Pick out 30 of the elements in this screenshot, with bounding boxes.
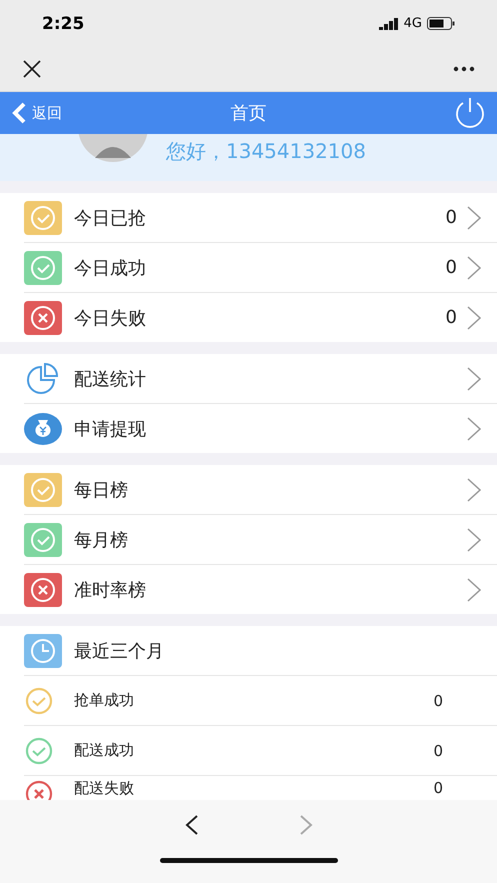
chevron-right-icon (467, 528, 481, 552)
signal-icon (378, 18, 399, 30)
page-title: 首页 (230, 102, 266, 125)
chevron-right-icon (467, 416, 481, 440)
menu-item[interactable]: 申请提现 (24, 403, 497, 453)
battery-icon (427, 17, 455, 30)
greeting-text: 您好，13454132108 (166, 138, 366, 165)
chevron-right-icon (467, 206, 481, 230)
menu-item[interactable]: 配送统计 (24, 354, 497, 403)
chevron-right-icon (467, 478, 481, 502)
close-icon[interactable] (22, 59, 42, 79)
chevron-right-icon (467, 366, 481, 390)
stat-row: 抢单成功 0 (24, 675, 497, 725)
back-icon (10, 102, 28, 124)
menu-item[interactable]: 今日已抢 0 (24, 193, 497, 242)
stat-row: 配送成功 0 (24, 725, 497, 775)
menu-item[interactable]: 每日榜 (24, 465, 497, 514)
more-icon[interactable] (453, 66, 475, 72)
chevron-right-icon (467, 578, 481, 602)
power-icon[interactable] (453, 96, 487, 130)
chevron-right-icon (467, 306, 481, 330)
menu-item[interactable]: 今日成功 0 (24, 242, 497, 292)
menu-item[interactable]: 每月榜 (24, 514, 497, 564)
stat-row: 最近三个月 (24, 626, 497, 675)
back-button[interactable]: 返回 (10, 102, 62, 124)
network-label: 4G (404, 16, 422, 31)
menu-item[interactable]: 准时率榜 (24, 564, 497, 614)
status-time: 2:25 (42, 14, 84, 34)
chevron-right-icon (467, 256, 481, 280)
menu-item[interactable]: 今日失败 0 (24, 292, 497, 342)
